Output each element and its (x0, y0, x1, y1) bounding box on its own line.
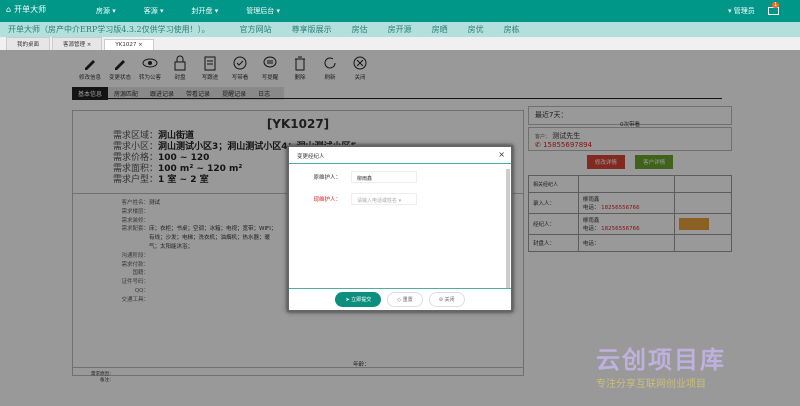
tab-yk1027[interactable]: YK1027 × (104, 39, 154, 50)
reset-button[interactable]: ◇ 重置 (387, 292, 423, 307)
close-label: 关闭 (444, 297, 455, 303)
banner: 开单大师（房产中介ERP学习版4.3.2仅供学习使用！）。 官方网站 尊享版展示… (0, 22, 800, 37)
change-agent-dialog: 变更经纪人 × 原维护人： 柳雨鑫 现维护人： 请输入电话或姓名 ▾ ➤ 立即提交 ◇… (287, 145, 513, 312)
watermark: 云创项目库 专注分享互联网创业项目 (596, 340, 726, 390)
dialog-title: 变更经纪人 (297, 154, 325, 160)
watermark-title: 云创项目库 (596, 346, 726, 374)
close-button[interactable]: ⊘ 关闭 (428, 292, 465, 307)
reset-label: 重置 (402, 297, 413, 303)
banner-link[interactable]: 房优 (468, 24, 484, 35)
main-nav: 房源 ▾ 客源 ▾ 封开盘 ▾ 管理后台 ▾ (96, 6, 280, 16)
logo[interactable]: ⌂ 开单大师 (6, 4, 46, 15)
new-agent-placeholder: 请输入电话或姓名 (357, 198, 398, 204)
tab-desktop[interactable]: 我的桌面 (6, 37, 51, 50)
tab-clients[interactable]: 客源管理 × (52, 37, 103, 50)
chevron-down-icon: ▾ (398, 198, 402, 204)
banner-link[interactable]: 官方网站 (240, 24, 272, 35)
orig-agent-field[interactable]: 柳雨鑫 (351, 171, 417, 183)
page-tabs: 我的桌面 客源管理 × YK1027 × (0, 37, 800, 50)
scrollbar[interactable] (506, 169, 510, 289)
submit-button[interactable]: ➤ 立即提交 (335, 292, 382, 307)
nav-clients[interactable]: 客源 ▾ (144, 6, 164, 16)
watermark-subtitle: 专注分享互联网创业项目 (596, 379, 706, 390)
banner-link[interactable]: 房开源 (388, 24, 412, 35)
banner-link[interactable]: 房晒 (432, 24, 448, 35)
banner-link[interactable]: 房估 (352, 24, 368, 35)
new-agent-label: 现维护人： (313, 197, 341, 203)
nav-admin[interactable]: 管理后台 ▾ (246, 6, 280, 16)
close-icon[interactable]: × (498, 150, 505, 159)
banner-title: 开单大师（房产中介ERP学习版4.3.2仅供学习使用！）。 (8, 25, 210, 34)
nav-seal[interactable]: 封开盘 ▾ (192, 6, 219, 16)
submit-label: 立即提交 (351, 297, 372, 303)
banner-link[interactable]: 尊享版展示 (292, 24, 332, 35)
top-header: ⌂ 开单大师 房源 ▾ 客源 ▾ 封开盘 ▾ 管理后台 ▾ ▾ 管理员 1 (0, 0, 800, 22)
banner-link[interactable]: 房栋 (504, 24, 520, 35)
orig-agent-label: 原维护人： (313, 175, 341, 181)
mail-badge: 1 (772, 2, 780, 8)
new-agent-select[interactable]: 请输入电话或姓名 ▾ (351, 193, 417, 205)
nav-houses[interactable]: 房源 ▾ (96, 6, 116, 16)
mail-icon[interactable] (768, 7, 779, 15)
home-icon: ⌂ (6, 5, 12, 14)
user-menu[interactable]: ▾ 管理员 (728, 6, 755, 16)
